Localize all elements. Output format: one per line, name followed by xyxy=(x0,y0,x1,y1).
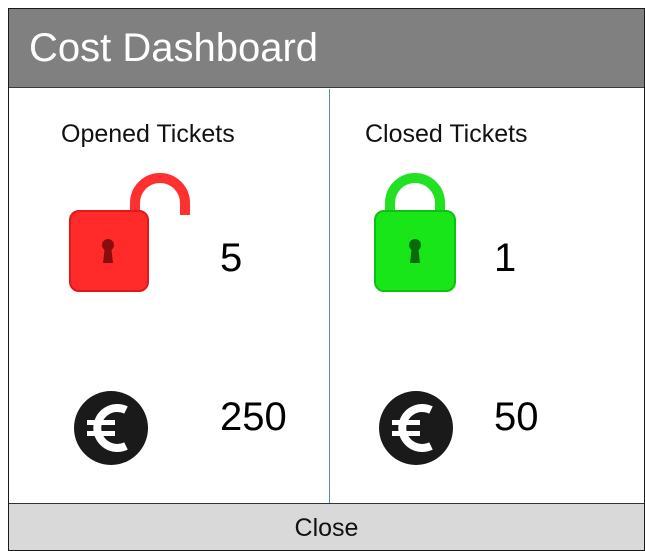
euro-icon xyxy=(71,388,151,468)
close-button-label: Close xyxy=(294,514,359,542)
closed-tickets-heading: Closed Tickets xyxy=(365,120,528,148)
closed-tickets-cost: 50 xyxy=(494,395,539,439)
close-button[interactable]: Close xyxy=(9,503,644,550)
title-bar: Cost Dashboard xyxy=(9,9,644,88)
opened-tickets-panel: Opened Tickets 5 250 xyxy=(9,89,329,503)
cost-dashboard-window: Cost Dashboard Opened Tickets 5 250 Clos… xyxy=(8,8,645,551)
opened-tickets-cost: 250 xyxy=(220,395,287,439)
opened-tickets-heading: Opened Tickets xyxy=(61,120,235,148)
opened-tickets-count: 5 xyxy=(220,236,243,280)
unlocked-padlock-icon xyxy=(65,173,195,298)
closed-tickets-panel: Closed Tickets 1 50 xyxy=(330,89,644,503)
closed-tickets-count: 1 xyxy=(494,236,517,280)
euro-icon xyxy=(376,388,456,468)
window-title: Cost Dashboard xyxy=(29,26,319,70)
locked-padlock-icon xyxy=(370,173,500,298)
